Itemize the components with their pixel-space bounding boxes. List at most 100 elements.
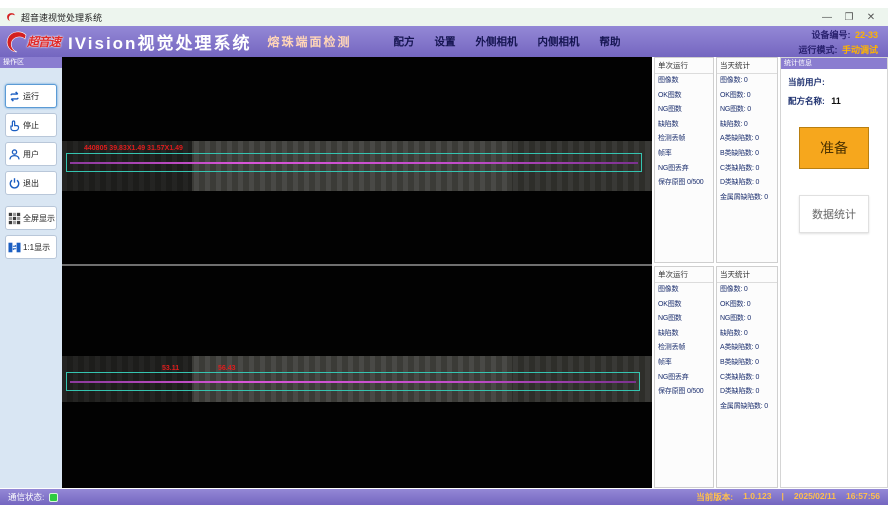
daily-stats-panel: 当天统计 图像数: 0OK图数: 0NG图数: 0缺陷数: 0A类缺陷数: 0B…: [716, 57, 778, 263]
daily-stats-title: 当天统计: [717, 58, 777, 74]
stat-row: 检测丢帧: [655, 132, 713, 147]
single-run-panel: 单次运行 图像数OK图数NG图数缺陷数检测丢帧帧率NG图丢弃保存原图 0/500: [654, 266, 714, 488]
stat-row: 缺陷数: 0: [717, 118, 777, 133]
device-info: 设备编号: 22-33 运行模式: 手动调试: [799, 27, 878, 57]
current-user-label: 当前用户:: [788, 77, 825, 87]
user-icon: [8, 148, 21, 161]
stat-row: OK图数: [655, 89, 713, 104]
stat-row: 图像数: [655, 74, 713, 89]
single-run-title: 单次运行: [655, 58, 713, 74]
stat-row: NG图数: [655, 103, 713, 118]
outer-camera-stats: 单次运行 图像数OK图数NG图数缺陷数检测丢帧帧率NG图丢弃保存原图 0/500…: [654, 57, 778, 263]
stat-row: NG图数: 0: [717, 312, 777, 327]
one-to-one-button-label: 1:1显示: [23, 242, 50, 253]
stat-row: 缺陷数: 0: [717, 327, 777, 342]
title-bar: 超音速视觉处理系统 — ❐ ✕: [0, 8, 888, 26]
brand-logo: 超音速: [6, 31, 60, 53]
stat-row: D类缺陷数: 0: [717, 176, 777, 191]
power-icon: [8, 177, 21, 190]
stat-row: C类缺陷数: 0: [717, 162, 777, 177]
menu-item[interactable]: 外侧相机: [475, 34, 517, 49]
stat-row: 缺陷数: [655, 327, 713, 342]
stat-row: NG图丢弃: [655, 162, 713, 177]
stat-row: 金属屑缺陷数: 0: [717, 400, 777, 415]
exit-button[interactable]: 退出: [5, 171, 57, 195]
single-run-title: 单次运行: [655, 267, 713, 283]
operation-sidebar: 操作区 运行 停止 用户 退出: [0, 57, 62, 488]
menu-item[interactable]: 帮助: [599, 34, 620, 49]
stat-row: 缺陷数: [655, 118, 713, 133]
device-number-label: 设备编号:: [812, 30, 851, 40]
close-button[interactable]: ✕: [860, 12, 882, 23]
menu-item[interactable]: 内侧相机: [537, 34, 579, 49]
window-title: 超音速视觉处理系统: [21, 11, 102, 24]
menu-item[interactable]: 配方: [393, 34, 414, 49]
stat-row: NG图丢弃: [655, 371, 713, 386]
stat-row: NG图数: 0: [717, 103, 777, 118]
app-logo-icon: [6, 12, 16, 22]
stat-row: C类缺陷数: 0: [717, 371, 777, 386]
stat-row: B类缺陷数: 0: [717, 356, 777, 371]
menu-item[interactable]: 设置: [434, 34, 455, 49]
one-to-one-button[interactable]: 1:1显示: [5, 235, 57, 259]
stat-row: 图像数: [655, 283, 713, 298]
stat-row: 帧率: [655, 356, 713, 371]
data-statistics-button[interactable]: 数据统计: [799, 195, 869, 233]
stat-row: OK图数: 0: [717, 298, 777, 313]
outer-camera-viewport: 440805 39.83X1.49 31.57X1.49: [62, 57, 652, 264]
status-time: 16:57:56: [846, 491, 880, 503]
app-title: IVision视觉处理系统: [68, 29, 251, 54]
stop-hand-icon: [8, 119, 21, 132]
brand-text: 超音速: [27, 33, 60, 50]
stat-row: B类缺陷数: 0: [717, 147, 777, 162]
stat-row: 图像数: 0: [717, 74, 777, 89]
one-to-one-icon: [8, 241, 21, 254]
stat-row: D类缺陷数: 0: [717, 385, 777, 400]
run-button[interactable]: 运行: [5, 84, 57, 108]
minimize-button[interactable]: —: [816, 12, 838, 23]
inner-camera-viewport: 53.11 56.43: [62, 266, 652, 488]
stat-row: NG图数: [655, 312, 713, 327]
measurement-annotation: 440805 39.83X1.49 31.57X1.49: [84, 145, 183, 152]
main-menu: 配方 设置 外侧相机 内侧相机 帮助: [393, 34, 620, 49]
exit-button-label: 退出: [23, 178, 39, 189]
seam-center-line: [70, 381, 636, 383]
status-date: 2025/02/11: [794, 491, 836, 503]
stop-button[interactable]: 停止: [5, 113, 57, 137]
version-label: 当前版本:: [696, 491, 733, 503]
run-button-label: 运行: [23, 91, 39, 102]
inner-camera-stats: 单次运行 图像数OK图数NG图数缺陷数检测丢帧帧率NG图丢弃保存原图 0/500…: [654, 266, 778, 488]
fullscreen-grid-icon: [8, 212, 21, 225]
stat-row: 检测丢帧: [655, 341, 713, 356]
stat-row: 保存原图 0/500: [655, 385, 713, 400]
sidebar-title: 操作区: [0, 57, 62, 68]
stat-row: 保存原图 0/500: [655, 176, 713, 191]
stat-row: OK图数: [655, 298, 713, 313]
app-header: 超音速 IVision视觉处理系统 熔珠端面检测 配方设置外侧相机内侧相机帮助 …: [0, 26, 888, 57]
seam-center-line: [70, 162, 638, 164]
measurement-label: 53.11: [162, 365, 179, 372]
fullscreen-button-label: 全屏显示: [23, 213, 55, 224]
device-number-value: 22-33: [855, 30, 878, 40]
fullscreen-button[interactable]: 全屏显示: [5, 206, 57, 230]
measurement-label: 56.43: [218, 365, 236, 372]
run-loop-icon: [8, 90, 21, 103]
comm-status-indicator: [49, 493, 58, 502]
stat-row: 帧率: [655, 147, 713, 162]
maximize-button[interactable]: ❐: [838, 12, 860, 23]
stat-row: 金属屑缺陷数: 0: [717, 191, 777, 206]
stat-row: A类缺陷数: 0: [717, 341, 777, 356]
app-subtitle: 熔珠端面检测: [267, 33, 351, 50]
prepare-button[interactable]: 准备: [799, 127, 869, 169]
run-mode-value: 手动调试: [842, 45, 878, 55]
status-separator: |: [782, 491, 784, 503]
user-button[interactable]: 用户: [5, 142, 57, 166]
daily-stats-title: 当天统计: [717, 267, 777, 283]
statistics-info-panel: 统计信息 当前用户: 配方名称: 11 准备 数据统计: [780, 57, 888, 488]
status-bar: 通信状态: 当前版本: 1.0.123 | 2025/02/11 16:57:5…: [0, 489, 888, 505]
stop-button-label: 停止: [23, 120, 39, 131]
stat-row: A类缺陷数: 0: [717, 132, 777, 147]
stat-row: OK图数: 0: [717, 89, 777, 104]
comm-status-label: 通信状态:: [8, 491, 44, 503]
stat-row: 图像数: 0: [717, 283, 777, 298]
